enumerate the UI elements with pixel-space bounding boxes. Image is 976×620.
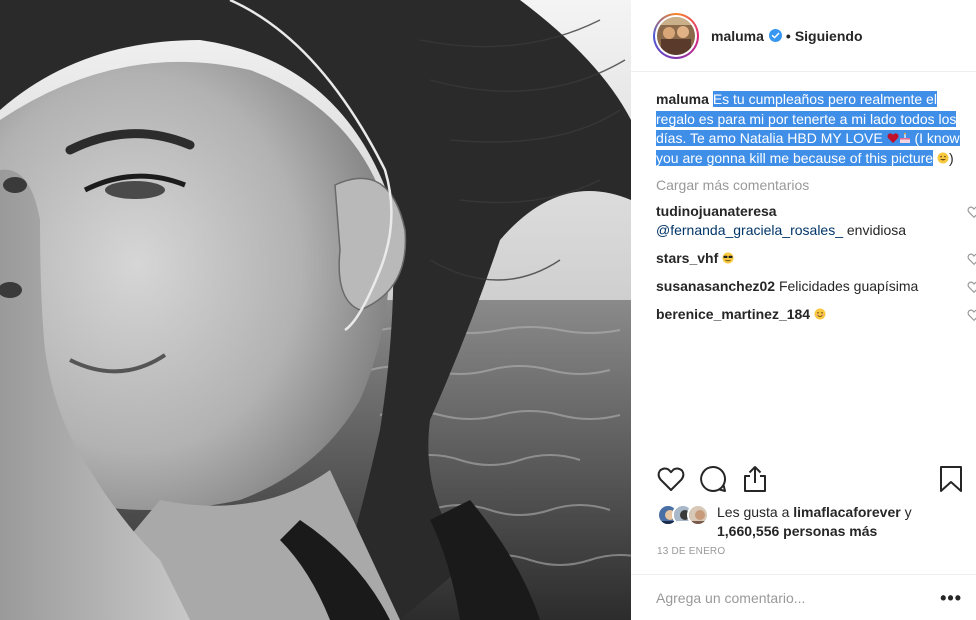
heart-emoji-icon <box>887 133 899 143</box>
like-comment-heart-icon[interactable] <box>967 280 976 294</box>
post-header: maluma • Siguiendo <box>631 0 976 72</box>
comment-icon[interactable] <box>698 464 728 494</box>
header-username[interactable]: maluma <box>711 28 764 44</box>
comment-item: susanasanchez02 Felicidades guapísima <box>656 277 976 296</box>
comment-item: stars_vhf <box>656 249 976 268</box>
comment-username[interactable]: berenice_martinez_184 <box>656 306 810 322</box>
header-separator: • <box>785 27 791 44</box>
add-comment-bar: ••• <box>631 574 976 620</box>
comment-text: Felicidades guapísima <box>778 278 919 294</box>
sunglasses-emoji-icon <box>722 252 734 264</box>
post-date[interactable]: 13 DE ENERO <box>657 546 725 557</box>
post-caption: maluma Es tu cumpleaños pero realmente e… <box>656 91 960 166</box>
like-comment-heart-icon[interactable] <box>967 252 976 266</box>
caption-username[interactable]: maluma <box>656 91 709 107</box>
grinning-emoji-icon <box>937 152 949 163</box>
cake-emoji-icon <box>899 132 910 143</box>
comment-item: tudinojuanateresa @fernanda_graciela_ros… <box>656 202 976 240</box>
comment-username[interactable]: susanasanchez02 <box>656 278 775 294</box>
comment-input[interactable] <box>656 589 926 606</box>
heart-icon[interactable] <box>656 464 686 494</box>
comment-mention[interactable]: @fernanda_graciela_rosales_ <box>656 222 843 238</box>
likes-summary: Les gusta a limaflacaforever y 1,660,556… <box>657 503 957 541</box>
comment-item: berenice_martinez_184 <box>656 305 976 324</box>
share-icon[interactable] <box>740 464 770 494</box>
avatar[interactable] <box>653 12 699 59</box>
comments-list: maluma Es tu cumpleaños pero realmente e… <box>656 90 976 324</box>
comment-username[interactable]: tudinojuanateresa <box>656 203 777 219</box>
smile-emoji-icon <box>814 308 826 320</box>
load-more-comments-link[interactable]: Cargar más comentarios <box>656 177 961 193</box>
photo-image <box>0 0 631 620</box>
liker-username[interactable]: limaflacaforever <box>793 504 900 520</box>
following-button[interactable]: Siguiendo <box>795 28 863 44</box>
post-actions <box>656 464 966 496</box>
verified-badge-icon <box>768 29 782 42</box>
bookmark-icon[interactable] <box>936 464 966 494</box>
liker-avatars <box>657 503 713 527</box>
like-comment-heart-icon[interactable] <box>967 308 976 322</box>
like-comment-heart-icon[interactable] <box>967 205 976 219</box>
post-photo[interactable] <box>0 0 631 620</box>
comment-username[interactable]: stars_vhf <box>656 250 718 266</box>
post-side-panel: maluma • Siguiendo maluma Es tu cumpleañ… <box>631 0 976 620</box>
likes-text: Les gusta a limaflacaforever y 1,660,556… <box>717 504 912 539</box>
liker-avatar[interactable] <box>687 504 709 526</box>
more-options-button[interactable]: ••• <box>940 588 962 609</box>
comment-text: envidiosa <box>846 222 907 238</box>
avatar-image <box>657 16 695 55</box>
instagram-post: maluma • Siguiendo maluma Es tu cumpleañ… <box>0 0 976 620</box>
likes-count[interactable]: 1,660,556 personas más <box>717 523 877 539</box>
